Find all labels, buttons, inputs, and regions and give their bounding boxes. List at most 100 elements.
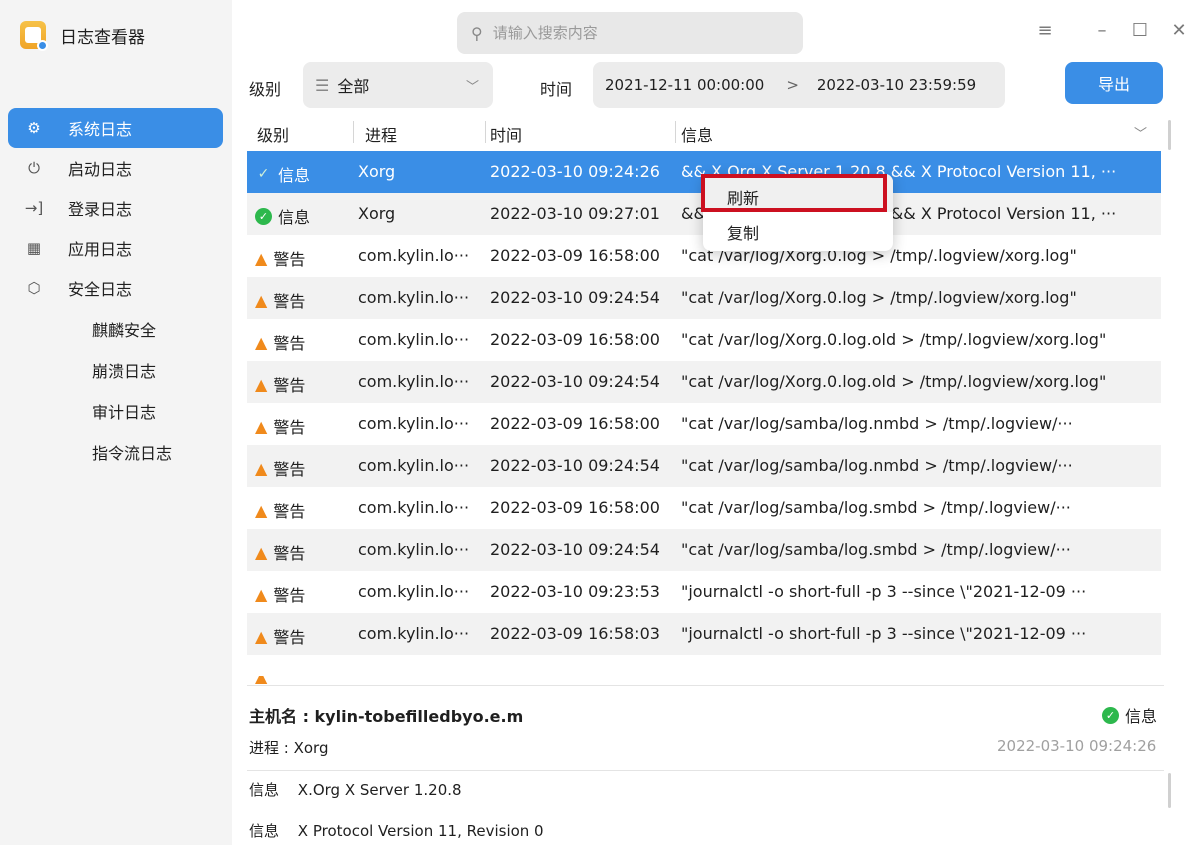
cell-level-label: 警告 bbox=[273, 460, 306, 479]
minimize-icon[interactable]: – bbox=[1090, 20, 1114, 41]
cell-time: 2022-03-09 16:58:00 bbox=[490, 330, 660, 349]
cell-level: ▲ 警告 bbox=[255, 330, 350, 354]
detail-timestamp: 2022-03-10 09:24:26 bbox=[997, 737, 1157, 755]
shield-icon: ⬡ bbox=[27, 279, 41, 297]
cell-level-label: 警告 bbox=[273, 544, 306, 563]
sidebar-subitem-kylin-security[interactable]: 麒麟安全 bbox=[8, 308, 223, 349]
app-logo-icon bbox=[20, 21, 48, 51]
cell-process: com.kylin.lo··· bbox=[358, 498, 470, 517]
sidebar-nav: ⚙ 系统日志 ⏻ 启动日志 →] 登录日志 ▦ 应用日志 ⬡ 安全日志 麒麟安全… bbox=[8, 108, 223, 472]
detail-scrollbar[interactable] bbox=[1168, 773, 1171, 808]
table-row[interactable]: ▲ 警告 com.kylin.lo··· 2022-03-09 16:58:03 "jo… bbox=[247, 613, 1161, 655]
cell-level-label: 警告 bbox=[273, 250, 306, 269]
chevron-down-icon: ﹀ bbox=[465, 79, 479, 95]
apps-grid-icon: ▦ bbox=[26, 239, 42, 257]
cell-info: "cat /var/log/Xorg.0.log.old > /tmp/.log… bbox=[681, 330, 1107, 349]
search-input[interactable] bbox=[492, 24, 773, 42]
log-viewer-window: 日志查看器 ⚙ 系统日志 ⏻ 启动日志 →] 登录日志 ▦ 应用日志 ⬡ 安全日… bbox=[0, 0, 1202, 845]
menu-icon[interactable]: ≡ bbox=[1033, 20, 1057, 41]
cell-level-label: 警告 bbox=[273, 418, 306, 437]
cell-level-label: 信息 bbox=[278, 208, 311, 227]
sidebar-item-label: 应用日志 bbox=[68, 240, 133, 259]
sidebar-subitem-audit-log[interactable]: 审计日志 bbox=[8, 390, 223, 431]
cell-time: 2022-03-09 16:58:00 bbox=[490, 498, 660, 517]
cell-process: Xorg bbox=[358, 162, 396, 181]
cell-level-label: 信息 bbox=[278, 166, 311, 185]
cell-info: "journalctl -o short-full -p 3 --since \… bbox=[681, 582, 1087, 601]
warning-icon: ▲ bbox=[255, 584, 268, 604]
warning-icon: ▲ bbox=[255, 500, 268, 520]
cell-info: "cat /var/log/Xorg.0.log.old > /tmp/.log… bbox=[681, 372, 1107, 391]
sidebar: 日志查看器 ⚙ 系统日志 ⏻ 启动日志 →] 登录日志 ▦ 应用日志 ⬡ 安全日… bbox=[0, 0, 232, 845]
cell-level: ▲ 警告 bbox=[255, 288, 350, 312]
chevron-down-icon[interactable]: ﹀ bbox=[1134, 123, 1147, 142]
detail-line-value: X Protocol Version 11, Revision 0 bbox=[297, 822, 544, 840]
table-row[interactable]: ▲ 警告 com.kylin.lo··· 2022-03-10 09:23:53 "jo… bbox=[247, 571, 1161, 613]
login-icon: →] bbox=[24, 199, 44, 217]
cell-process: com.kylin.lo··· bbox=[358, 414, 470, 433]
cell-time: 2022-03-10 09:24:54 bbox=[490, 372, 660, 391]
column-divider[interactable] bbox=[353, 121, 354, 143]
sidebar-item-system-log[interactable]: ⚙ 系统日志 bbox=[8, 108, 223, 148]
table-row[interactable]: ▲ 警告 com.kylin.lo··· 2022-03-09 16:58:00 "ca… bbox=[247, 487, 1161, 529]
sidebar-item-login-log[interactable]: →] 登录日志 bbox=[8, 188, 223, 228]
column-header-level[interactable]: 级别 bbox=[257, 122, 289, 146]
detail-line-key: 信息 bbox=[249, 822, 280, 840]
check-circle-icon: ✓ bbox=[257, 165, 270, 182]
cell-info: "cat /var/log/Xorg.0.log > /tmp/.logview… bbox=[681, 288, 1077, 307]
sidebar-item-boot-log[interactable]: ⏻ 启动日志 bbox=[8, 148, 223, 188]
detail-level: ✓ 信息 bbox=[1102, 703, 1157, 727]
cell-time: 2022-03-10 09:24:54 bbox=[490, 540, 660, 559]
sidebar-item-label: 登录日志 bbox=[68, 200, 133, 219]
warning-icon: ▲ bbox=[255, 626, 268, 646]
table-row[interactable]: ▲ 警告 com.kylin.lo··· 2022-03-10 09:24:54 "ca… bbox=[247, 445, 1161, 487]
export-button[interactable]: 导出 bbox=[1065, 62, 1163, 104]
warning-icon: ▲ bbox=[255, 332, 268, 352]
table-header: 级别 进程 时间 信息 ﹀ bbox=[247, 113, 1161, 151]
cell-process: com.kylin.lo··· bbox=[358, 330, 470, 349]
table-row[interactable]: ▲ 警告 com.kylin.lo··· 2022-03-09 16:58:00 "ca… bbox=[247, 403, 1161, 445]
sidebar-subitem-command-log[interactable]: 指令流日志 bbox=[8, 431, 223, 472]
power-icon: ⏻ bbox=[28, 159, 40, 177]
detail-process: 进程 : Xorg bbox=[249, 739, 329, 757]
sidebar-item-app-log[interactable]: ▦ 应用日志 bbox=[8, 228, 223, 268]
column-header-time[interactable]: 时间 bbox=[490, 122, 522, 146]
cell-time: 2022-03-09 16:58:00 bbox=[490, 246, 660, 265]
cell-info: "cat /var/log/samba/log.nmbd > /tmp/.log… bbox=[681, 414, 1073, 433]
detail-line: 信息 X.Org X Server 1.20.8 bbox=[249, 779, 462, 800]
cell-process: com.kylin.lo··· bbox=[358, 456, 470, 475]
detail-line: 信息 X Protocol Version 11, Revision 0 bbox=[249, 820, 544, 841]
maximize-icon[interactable]: ☐ bbox=[1128, 20, 1152, 41]
close-icon[interactable]: ✕ bbox=[1167, 20, 1191, 41]
table-row[interactable]: ▲ 警告 com.kylin.lo··· 2022-03-10 09:24:54 "ca… bbox=[247, 529, 1161, 571]
app-title: 日志查看器 bbox=[20, 20, 145, 51]
column-divider[interactable] bbox=[675, 121, 676, 143]
table-scrollbar[interactable] bbox=[1168, 120, 1171, 150]
context-menu-copy[interactable]: 复制 bbox=[727, 220, 759, 244]
cell-process: Xorg bbox=[358, 204, 396, 223]
detail-line-value: X.Org X Server 1.20.8 bbox=[297, 781, 462, 799]
search-box[interactable]: ⚲ bbox=[457, 12, 803, 54]
level-select[interactable]: ☰ 全部 ﹀ bbox=[303, 62, 493, 108]
table-row[interactable]: ▲ 警告 com.kylin.lo··· 2022-03-09 16:58:00 "ca… bbox=[247, 319, 1161, 361]
detail-level-label: 信息 bbox=[1125, 707, 1158, 726]
sidebar-item-label: 安全日志 bbox=[68, 280, 133, 299]
end-date[interactable]: 2022-03-10 23:59:59 bbox=[817, 76, 976, 94]
table-row[interactable]: ▲ 警告 com.kylin.lo··· 2022-03-10 09:24:54 "ca… bbox=[247, 277, 1161, 319]
date-range-picker[interactable]: 2021-12-11 00:00:00 > 2022-03-10 23:59:5… bbox=[593, 62, 1005, 108]
cell-level: ▲ 警告 bbox=[255, 246, 350, 270]
warning-icon: ▲ bbox=[255, 374, 268, 394]
cell-time: 2022-03-10 09:27:01 bbox=[490, 204, 660, 223]
cell-time: 2022-03-09 16:58:03 bbox=[490, 624, 660, 643]
cell-time: 2022-03-10 09:23:53 bbox=[490, 582, 660, 601]
sidebar-subitem-crash-log[interactable]: 崩溃日志 bbox=[8, 349, 223, 390]
table-row[interactable]: ▲ 警告 com.kylin.lo··· 2022-03-10 09:24:54 "ca… bbox=[247, 361, 1161, 403]
cell-info: "cat /var/log/samba/log.nmbd > /tmp/.log… bbox=[681, 456, 1073, 475]
column-header-info[interactable]: 信息 bbox=[681, 122, 713, 146]
sidebar-item-security-log[interactable]: ⬡ 安全日志 bbox=[8, 268, 223, 308]
column-header-process[interactable]: 进程 bbox=[365, 122, 397, 146]
partial-table-row: ▲ bbox=[247, 676, 1161, 684]
column-divider[interactable] bbox=[485, 121, 486, 143]
divider bbox=[247, 770, 1164, 771]
start-date[interactable]: 2021-12-11 00:00:00 bbox=[605, 76, 764, 94]
